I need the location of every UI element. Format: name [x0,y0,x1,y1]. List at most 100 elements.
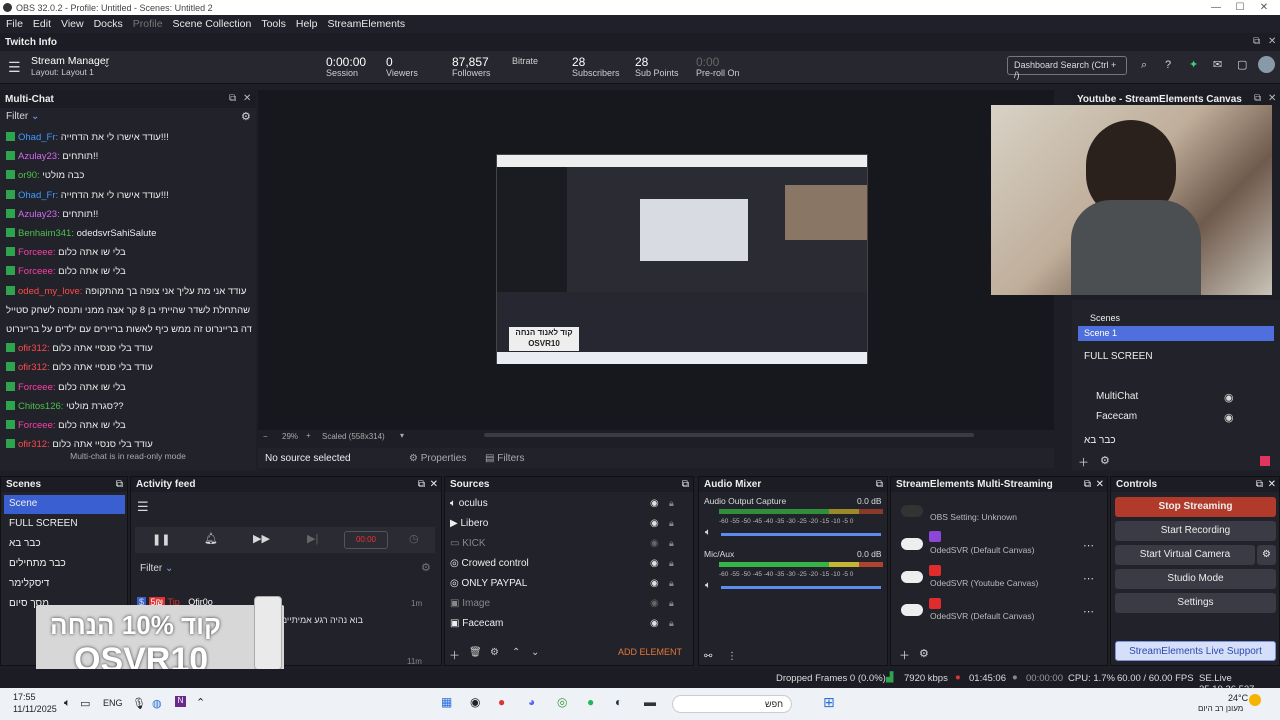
lock-icon[interactable]: 🔒︎ [669,578,674,589]
zoom-out-icon[interactable]: − [263,432,268,441]
chat-username[interactable]: Azulay23: [18,151,60,162]
chat-username[interactable]: Benhaim341: [18,228,74,239]
lock-icon[interactable]: 🔒︎ [669,498,674,509]
menu-help[interactable]: Help [296,18,318,30]
gear-icon[interactable]: ⚙ [1257,545,1276,565]
settings-button[interactable]: Settings [1115,593,1276,613]
yt-source-multichat[interactable]: MultiChat [1096,391,1138,402]
lock-icon[interactable]: 🔒︎ [669,598,674,609]
scene-item[interactable]: כבר בא [4,535,125,554]
properties-button[interactable]: ⚙ Properties [409,453,466,464]
undock-icon[interactable]: ⧉ [1256,479,1263,490]
gear-icon[interactable]: ⚙ [490,647,499,658]
eye-icon[interactable]: ◉ [650,618,659,629]
search-icon[interactable]: ⌕ [1141,59,1147,72]
chevron-down-icon[interactable]: ▾ [400,431,404,440]
add-icon[interactable]: ＋ [899,647,910,663]
scene-item[interactable]: FULL SCREEN [4,515,125,534]
source-item[interactable]: ▣ Facecam [450,618,503,629]
speaker-icon[interactable]: 🔈︎ [705,580,711,591]
streamelements-icon[interactable]: ✦ [1189,58,1198,71]
menu-scene-collection[interactable]: Scene Collection [173,18,252,30]
eye-icon[interactable]: ◉ [650,558,659,569]
filters-button[interactable]: ▤ Filters [485,453,524,464]
start-recording-button[interactable]: Start Recording [1115,521,1276,541]
close-icon[interactable]: ✕ [1096,479,1104,490]
calculator-icon[interactable]: ▦ [441,695,452,709]
eye-icon[interactable]: ◉ [650,498,659,509]
more-icon[interactable]: ⋮ [727,651,737,662]
add-element-button[interactable]: ADD ELEMENT [608,647,692,657]
undock-icon[interactable]: ⧉ [229,93,236,104]
source-item[interactable]: ▶ Libero [450,518,488,529]
eye-icon[interactable]: ◉ [1224,411,1234,424]
skip-icon[interactable]: ▶▶ [253,532,270,545]
horizontal-scrollbar[interactable] [484,433,974,437]
bell-icon[interactable]: 🔔︎ [204,532,218,545]
source-item[interactable]: ▣ Image [450,598,490,609]
timer-icon[interactable]: ◷ [409,532,419,545]
close-icon[interactable]: ✕ [1268,93,1276,104]
mail-icon[interactable]: ✉ [1213,58,1222,71]
activity-filter[interactable]: Filter ⌄ [140,563,173,574]
help-icon[interactable]: ? [1165,59,1171,71]
eye-icon[interactable]: ◉ [650,538,659,549]
close-icon[interactable]: ✕ [1268,36,1276,47]
scene-item[interactable]: דיסקלימר [4,575,125,594]
speaker-icon[interactable]: 🔈︎ [64,697,71,710]
move-up-icon[interactable]: ⌃ [512,647,520,658]
more-icon[interactable]: ⋯ [1083,539,1094,552]
next-icon[interactable]: ▶| [307,532,318,545]
eye-icon[interactable]: ◉ [1224,391,1234,404]
more-icon[interactable]: ⋯ [1083,605,1094,618]
app-icon[interactable]: ● [498,695,505,709]
lock-icon[interactable]: 🔒︎ [669,618,674,629]
speaker-icon[interactable]: 🔈︎ [705,527,711,538]
undock-icon[interactable]: ⧉ [682,479,689,490]
move-down-icon[interactable]: ⌄ [531,647,539,658]
chat-username[interactable]: oded_my_love: [18,286,82,297]
menu-profile[interactable]: Profile [133,18,163,30]
chat-icon[interactable]: ▢ [1237,58,1247,71]
chat-username[interactable]: Forceee: [18,247,56,258]
more-icon[interactable]: ⋯ [1083,572,1094,585]
chat-username[interactable]: Forceee: [18,420,56,431]
chat-username[interactable]: ofir312: [18,343,50,354]
undock-icon[interactable]: ⧉ [1084,479,1091,490]
file-explorer-icon[interactable]: ▬ [644,695,656,709]
eye-icon[interactable]: ◉ [650,578,659,589]
mic-icon[interactable]: 🎙︎ [132,697,146,710]
chrome-icon[interactable]: ◎ [557,695,567,709]
toggle-switch[interactable] [901,538,923,550]
windows-start-icon[interactable]: ⊞ [823,694,835,711]
discord-icon[interactable]: ◕ [528,695,535,709]
close-icon[interactable]: ✕ [430,479,438,490]
toggle-switch[interactable] [901,604,923,616]
chat-filter[interactable]: Filter ⌄ [6,111,39,122]
chevron-down-icon[interactable]: ⌄ [103,59,111,70]
dashboard-search-input[interactable]: Dashboard Search (Ctrl + /) [1007,56,1127,80]
undock-icon[interactable]: ⧉ [116,479,123,490]
gear-icon[interactable]: ⚙ [1100,454,1110,467]
start-virtual-camera-button[interactable]: Start Virtual Camera [1115,545,1255,565]
obs-taskbar-icon[interactable]: ◉ [470,695,480,709]
pause-icon[interactable]: ❚❚ [152,533,170,546]
volume-slider[interactable] [721,586,881,589]
spotify-icon[interactable]: ● [587,695,594,709]
source-item[interactable]: 🔈︎ oculus [450,498,488,509]
chat-username[interactable]: Azulay23: [18,209,60,220]
chat-username[interactable]: Forceee: [18,266,56,277]
stop-streaming-button[interactable]: Stop Streaming [1115,497,1276,517]
lock-icon[interactable]: 🔒︎ [669,558,674,569]
source-item[interactable]: ◎ Crowed control [450,558,529,569]
source-item[interactable]: ◎ ONLY PAYPAL [450,578,527,589]
close-icon[interactable]: ✕ [1268,479,1276,490]
undock-icon[interactable]: ⧉ [876,479,883,490]
scene1-item[interactable]: Scene 1 [1078,326,1274,341]
undock-icon[interactable]: ⧉ [1254,93,1261,104]
menu-docks[interactable]: Docks [94,18,123,30]
program-preview[interactable]: קוד לאנוד הנחה OSVR10 [496,154,868,364]
network-icon[interactable]: ▭ [80,697,90,710]
scene-item[interactable]: Scene [4,495,125,514]
link-icon[interactable]: ⚯ [704,651,712,662]
